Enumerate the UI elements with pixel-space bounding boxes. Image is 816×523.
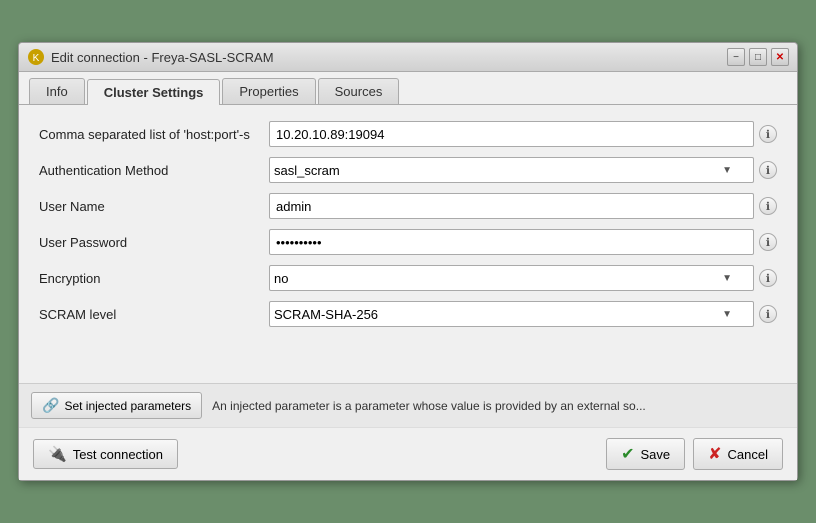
field-encryption-row: Encryption no ssl starttls ℹ: [39, 265, 777, 291]
field-scram-level-label: SCRAM level: [39, 307, 269, 322]
field-encryption-select[interactable]: no ssl starttls: [269, 265, 754, 291]
host-port-info-icon[interactable]: ℹ: [759, 125, 777, 143]
field-scram-level-row: SCRAM level SCRAM-SHA-256 SCRAM-SHA-512 …: [39, 301, 777, 327]
field-auth-method-label: Authentication Method: [39, 163, 269, 178]
field-user-name-wrap: ℹ: [269, 193, 777, 219]
window-title: Edit connection - Freya-SASL-SCRAM: [51, 50, 274, 65]
field-user-password-wrap: ℹ: [269, 229, 777, 255]
field-auth-method-select[interactable]: sasl_scram none sasl_plain: [269, 157, 754, 183]
tab-bar: Info Cluster Settings Properties Sources: [19, 72, 797, 105]
cancel-button[interactable]: ✘ Cancel: [693, 438, 783, 470]
close-button[interactable]: ✕: [771, 48, 789, 66]
save-check-icon: ✔: [621, 444, 634, 464]
minimize-button[interactable]: −: [727, 48, 745, 66]
test-connection-label: Test connection: [73, 447, 163, 462]
field-host-port-row: Comma separated list of 'host:port'-s ℹ: [39, 121, 777, 147]
injected-params-description: An injected parameter is a parameter who…: [212, 399, 646, 413]
footer-left: 🔌 Test connection: [33, 439, 178, 469]
injected-params-strip: 🔗 Set injected parameters An injected pa…: [19, 383, 797, 427]
auth-method-info-icon[interactable]: ℹ: [759, 161, 777, 179]
form-content: Comma separated list of 'host:port'-s ℹ …: [19, 105, 797, 383]
field-user-password-label: User Password: [39, 235, 269, 250]
set-injected-params-button[interactable]: 🔗 Set injected parameters: [31, 392, 202, 419]
field-auth-method-row: Authentication Method sasl_scram none sa…: [39, 157, 777, 183]
titlebar-controls: − □ ✕: [727, 48, 789, 66]
field-user-name-label: User Name: [39, 199, 269, 214]
cancel-label: Cancel: [728, 447, 768, 462]
field-scram-level-select[interactable]: SCRAM-SHA-256 SCRAM-SHA-512: [269, 301, 754, 327]
scram-level-info-icon[interactable]: ℹ: [759, 305, 777, 323]
test-connection-button[interactable]: 🔌 Test connection: [33, 439, 178, 469]
field-user-password-row: User Password ℹ: [39, 229, 777, 255]
field-scram-level-select-wrap: SCRAM-SHA-256 SCRAM-SHA-512: [269, 301, 754, 327]
content-spacer: [39, 337, 777, 367]
field-user-name-input[interactable]: [269, 193, 754, 219]
tab-info[interactable]: Info: [29, 78, 85, 104]
field-encryption-wrap: no ssl starttls ℹ: [269, 265, 777, 291]
svg-text:K: K: [33, 53, 40, 64]
footer-bar: 🔌 Test connection ✔ Save ✘ Cancel: [19, 427, 797, 480]
field-auth-method-select-wrap: sasl_scram none sasl_plain: [269, 157, 754, 183]
main-window: K Edit connection - Freya-SASL-SCRAM − □…: [18, 42, 798, 481]
test-connection-icon: 🔌: [48, 445, 67, 463]
user-password-info-icon[interactable]: ℹ: [759, 233, 777, 251]
tab-properties[interactable]: Properties: [222, 78, 315, 104]
tab-sources[interactable]: Sources: [318, 78, 400, 104]
save-button[interactable]: ✔ Save: [606, 438, 685, 470]
field-user-password-input[interactable]: [269, 229, 754, 255]
field-host-port-input[interactable]: [269, 121, 754, 147]
field-encryption-label: Encryption: [39, 271, 269, 286]
link-icon: 🔗: [42, 397, 59, 414]
field-encryption-select-wrap: no ssl starttls: [269, 265, 754, 291]
titlebar: K Edit connection - Freya-SASL-SCRAM − □…: [19, 43, 797, 72]
cancel-x-icon: ✘: [708, 444, 721, 464]
field-host-port-label: Comma separated list of 'host:port'-s: [39, 127, 269, 142]
field-scram-level-wrap: SCRAM-SHA-256 SCRAM-SHA-512 ℹ: [269, 301, 777, 327]
field-host-port-wrap: ℹ: [269, 121, 777, 147]
field-auth-method-wrap: sasl_scram none sasl_plain ℹ: [269, 157, 777, 183]
maximize-button[interactable]: □: [749, 48, 767, 66]
set-injected-params-label: Set injected parameters: [64, 399, 191, 413]
encryption-info-icon[interactable]: ℹ: [759, 269, 777, 287]
save-label: Save: [640, 447, 670, 462]
footer-right: ✔ Save ✘ Cancel: [606, 438, 783, 470]
tab-cluster-settings[interactable]: Cluster Settings: [87, 79, 221, 105]
field-user-name-row: User Name ℹ: [39, 193, 777, 219]
titlebar-left: K Edit connection - Freya-SASL-SCRAM: [27, 48, 274, 66]
app-icon: K: [27, 48, 45, 66]
user-name-info-icon[interactable]: ℹ: [759, 197, 777, 215]
